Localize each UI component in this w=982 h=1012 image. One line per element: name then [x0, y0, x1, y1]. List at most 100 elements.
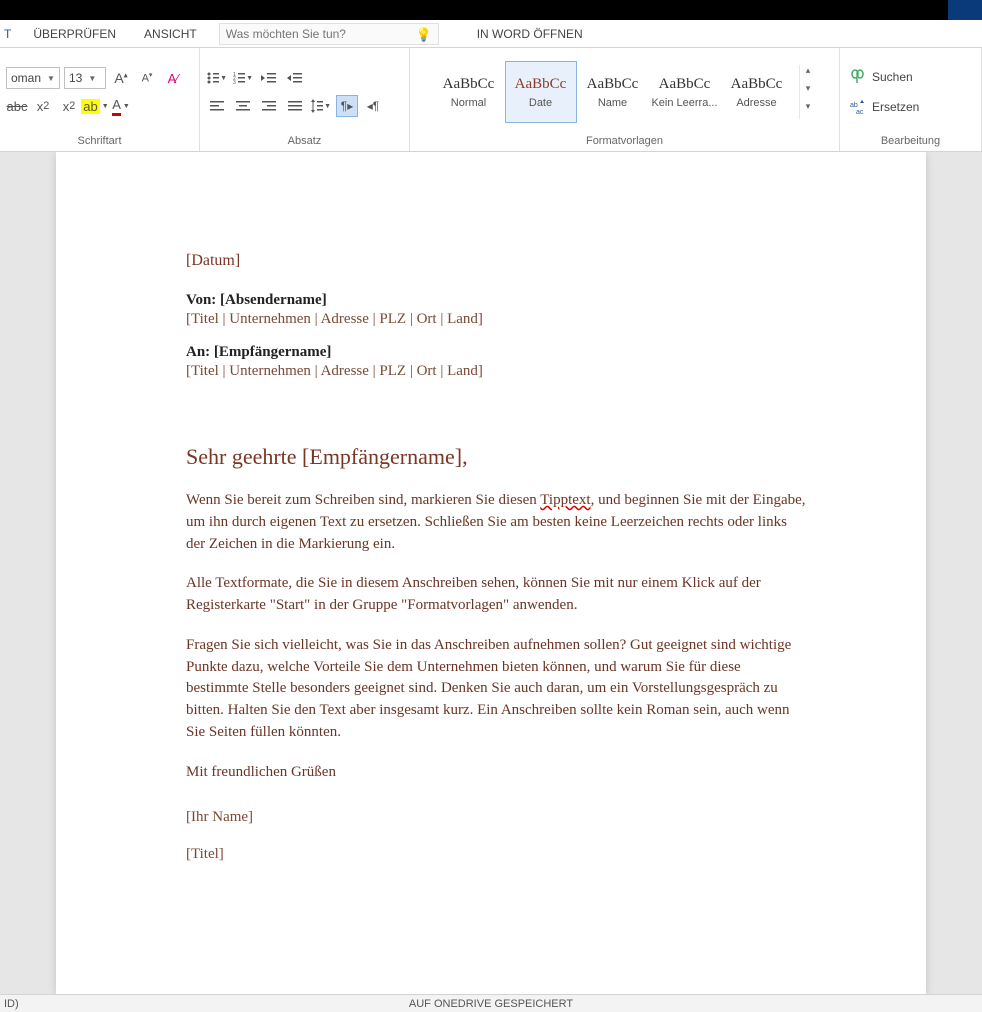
doc-para-1[interactable]: Wenn Sie bereit zum Schreiben sind, mark…: [186, 490, 806, 555]
style-preview: AaBbCc: [659, 76, 711, 93]
chevron-down-icon: ▾: [800, 83, 817, 101]
tell-me-input[interactable]: [226, 27, 406, 41]
group-paragraph: ▼ 123 ▼: [200, 48, 410, 151]
justify-button[interactable]: [284, 95, 306, 117]
chevron-down-icon: ▼: [324, 103, 331, 110]
bulb-icon: 💡: [416, 27, 432, 43]
group-label-editing: Bearbeitung: [846, 132, 975, 151]
bullets-button[interactable]: ▼: [206, 67, 228, 89]
status-bar: ID) AUF ONEDRIVE GESPEICHERT: [0, 994, 982, 1012]
tab-review[interactable]: ÜBERPRÜFEN: [19, 20, 130, 48]
style-preview: AaBbCc: [443, 76, 495, 93]
doc-para-2[interactable]: Alle Textformate, die Sie in diesem Ansc…: [186, 573, 806, 617]
justify-icon: [288, 100, 302, 112]
ltr-button[interactable]: ¶▸: [336, 95, 358, 117]
style-date[interactable]: AaBbCc Date: [505, 61, 577, 123]
tell-me-search[interactable]: 💡: [219, 23, 439, 45]
style-preview: AaBbCc: [731, 76, 783, 93]
style-name-label: Kein Leerra...: [651, 97, 717, 109]
style-name-label: Adresse: [736, 97, 776, 109]
svg-text:ac: ac: [856, 109, 864, 115]
doc-para-3[interactable]: Fragen Sie sich vielleicht, was Sie in d…: [186, 635, 806, 744]
doc-closing[interactable]: Mit freundlichen Grüßen: [186, 762, 806, 784]
ribbon: oman▼ 13▼ A▴ A▾ A⁄ abc x2 x2 ab▼ A▼ Schr…: [0, 48, 982, 152]
doc-to-address[interactable]: [Titel | Unternehmen | Adresse | PLZ | O…: [186, 363, 806, 380]
tab-first[interactable]: T: [0, 20, 19, 48]
align-center-icon: [236, 100, 250, 112]
status-left: ID): [0, 998, 19, 1010]
more-icon: ▾: [800, 101, 817, 119]
chevron-down-icon: ▼: [88, 74, 96, 83]
rtl-button[interactable]: ◂¶: [362, 95, 384, 117]
find-label: Suchen: [872, 70, 913, 84]
superscript-button[interactable]: x2: [58, 95, 80, 117]
chevron-down-icon: ▼: [102, 103, 109, 110]
style-preview: AaBbCc: [515, 76, 567, 93]
chevron-down-icon: ▼: [246, 75, 253, 82]
line-spacing-icon: [311, 99, 323, 113]
replace-label: Ersetzen: [872, 100, 919, 114]
document-page[interactable]: [Datum] Von: [Absendername] [Titel | Unt…: [56, 152, 926, 994]
style-normal[interactable]: AaBbCc Normal: [433, 61, 505, 123]
align-right-button[interactable]: [258, 95, 280, 117]
chevron-down-icon: ▼: [220, 75, 227, 82]
style-preview: AaBbCc: [587, 76, 639, 93]
style-name-label: Name: [598, 97, 627, 109]
doc-sig-title[interactable]: [Titel]: [186, 846, 806, 863]
style-name-label: Date: [529, 97, 552, 109]
font-name-combo[interactable]: oman▼: [6, 67, 60, 89]
numbering-button[interactable]: 123 ▼: [232, 67, 254, 89]
title-bar: [0, 0, 982, 20]
chevron-up-icon: ▴: [800, 65, 817, 83]
doc-salutation[interactable]: Sehr geehrte [Empfängername],: [186, 444, 806, 470]
status-center: AUF ONEDRIVE GESPEICHERT: [409, 998, 573, 1010]
svg-text:3: 3: [233, 80, 236, 85]
replace-button[interactable]: abac Ersetzen: [846, 95, 975, 119]
align-right-icon: [262, 100, 276, 112]
subscript-button[interactable]: x2: [32, 95, 54, 117]
outdent-icon: [261, 71, 277, 85]
open-in-word-button[interactable]: IN WORD ÖFFNEN: [459, 20, 601, 48]
grow-font-button[interactable]: A▴: [110, 67, 132, 89]
group-font: oman▼ 13▼ A▴ A▾ A⁄ abc x2 x2 ab▼ A▼ Schr…: [0, 48, 200, 151]
align-center-button[interactable]: [232, 95, 254, 117]
line-spacing-button[interactable]: ▼: [310, 95, 332, 117]
bullets-icon: [207, 71, 219, 85]
ribbon-tabs: T ÜBERPRÜFEN ANSICHT 💡 IN WORD ÖFFNEN: [0, 20, 982, 48]
doc-from-label[interactable]: Von: [Absendername]: [186, 292, 806, 309]
style-address[interactable]: AaBbCc Adresse: [721, 61, 793, 123]
doc-from-address[interactable]: [Titel | Unternehmen | Adresse | PLZ | O…: [186, 311, 806, 328]
spellcheck-word[interactable]: Tipptext: [540, 492, 590, 508]
clear-formatting-button[interactable]: A⁄: [162, 67, 184, 89]
font-size-combo[interactable]: 13▼: [64, 67, 106, 89]
chevron-down-icon: ▼: [123, 103, 130, 110]
highlight-button[interactable]: ab▼: [84, 95, 106, 117]
align-left-button[interactable]: [206, 95, 228, 117]
svg-text:ab: ab: [850, 102, 858, 109]
style-name[interactable]: AaBbCc Name: [577, 61, 649, 123]
strikethrough-button[interactable]: abc: [6, 95, 28, 117]
doc-sig-name[interactable]: [Ihr Name]: [186, 809, 806, 826]
style-no-spacing[interactable]: AaBbCc Kein Leerra...: [649, 61, 721, 123]
find-icon: [850, 69, 866, 85]
font-color-button[interactable]: A▼: [110, 95, 132, 117]
chevron-down-icon: ▼: [47, 74, 55, 83]
shrink-font-button[interactable]: A▾: [136, 67, 158, 89]
group-label-paragraph: Absatz: [206, 132, 403, 151]
styles-more[interactable]: ▴ ▾ ▾: [799, 65, 817, 119]
decrease-indent-button[interactable]: [258, 67, 280, 89]
find-button[interactable]: Suchen: [846, 65, 975, 89]
increase-indent-button[interactable]: [284, 67, 306, 89]
numbering-icon: 123: [233, 71, 245, 85]
group-editing: Suchen abac Ersetzen Bearbeitung: [840, 48, 982, 151]
style-name-label: Normal: [451, 97, 486, 109]
align-left-icon: [210, 100, 224, 112]
styles-gallery: AaBbCc Normal AaBbCc Date AaBbCc Name Aa…: [433, 61, 793, 123]
doc-date[interactable]: [Datum]: [186, 252, 806, 270]
document-canvas[interactable]: [Datum] Von: [Absendername] [Titel | Unt…: [0, 152, 982, 994]
window-control[interactable]: [948, 0, 982, 20]
doc-to-label[interactable]: An: [Empfängername]: [186, 344, 806, 361]
tab-view[interactable]: ANSICHT: [130, 20, 211, 48]
group-label-font: Schriftart: [6, 132, 193, 151]
indent-icon: [287, 71, 303, 85]
